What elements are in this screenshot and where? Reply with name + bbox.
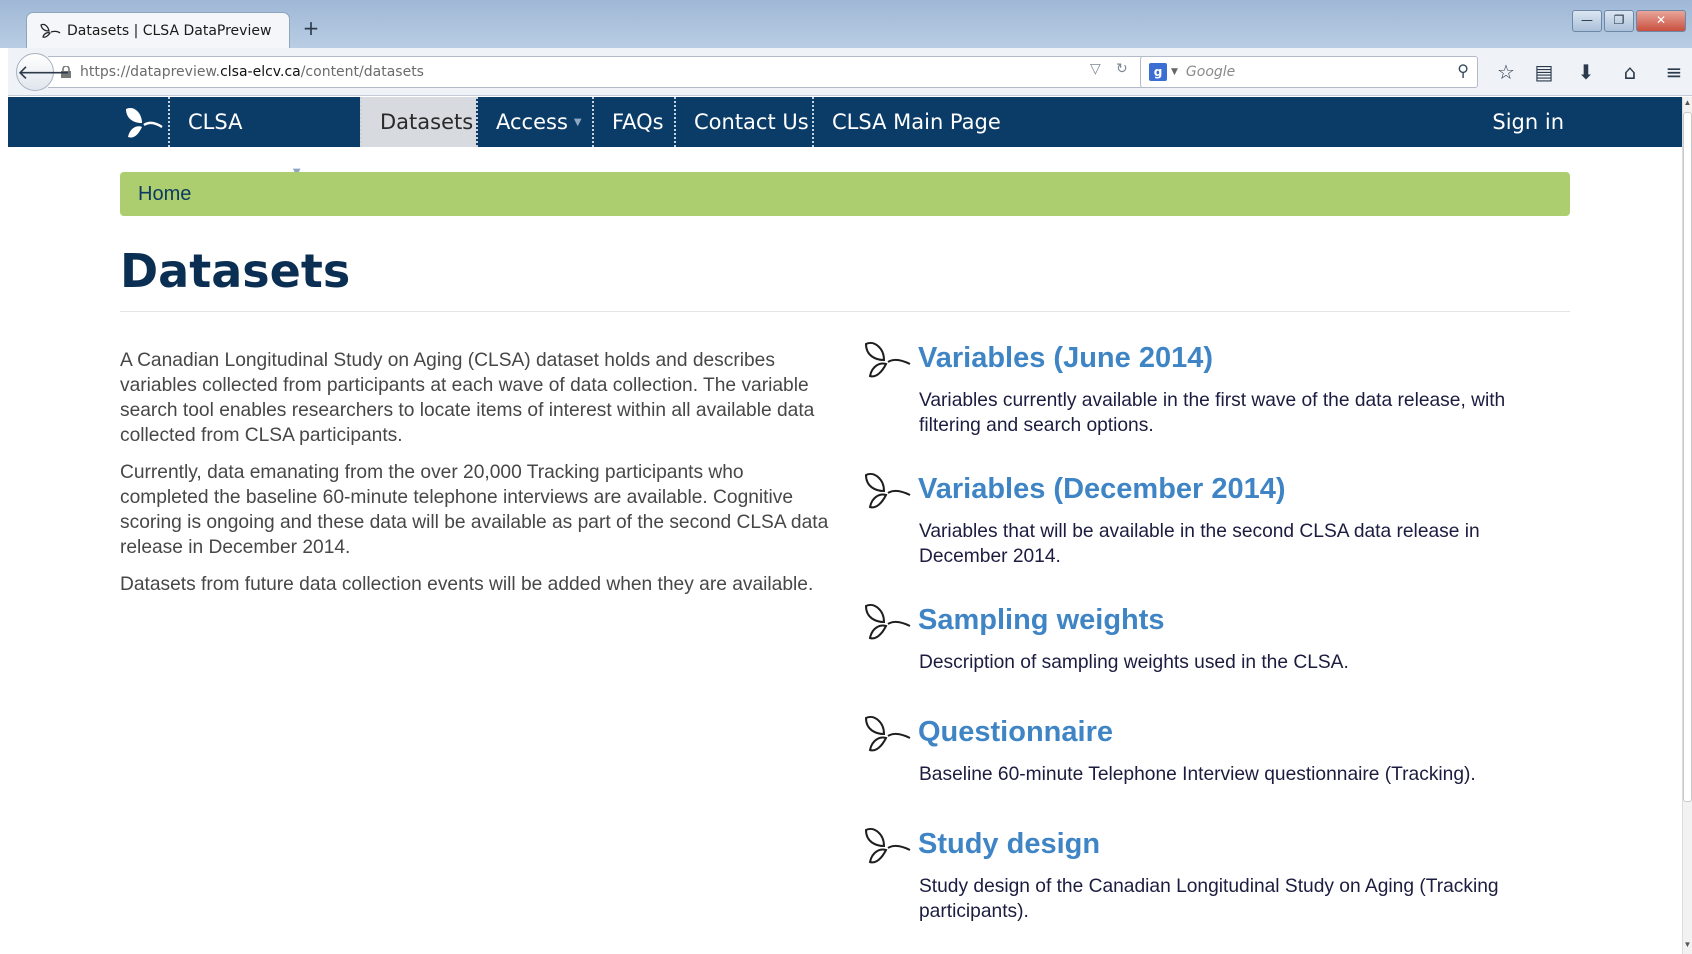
url-prefix: https://datapreview. <box>80 64 221 80</box>
title-divider <box>120 311 1570 312</box>
reload-icon[interactable]: ↻ <box>1116 61 1128 77</box>
breadcrumb: Home <box>120 172 1570 216</box>
search-placeholder: Google <box>1185 64 1236 80</box>
clsa-butterfly-logo-icon[interactable] <box>120 105 164 141</box>
butterfly-bullet-icon <box>864 604 911 640</box>
google-engine-icon[interactable]: g <box>1149 63 1167 81</box>
dataset-description: Variables currently available in the fir… <box>919 390 1506 436</box>
scroll-down-icon[interactable]: ▼ <box>1683 940 1692 952</box>
dataset-description: Description of sampling weights used in … <box>919 652 1349 673</box>
dataset-link-sampling-weights[interactable]: Sampling weights <box>918 600 1582 640</box>
list-item: Study design Study design of the Canadia… <box>862 824 1582 934</box>
bookmark-star-icon[interactable]: ☆ <box>1492 58 1520 86</box>
dataset-link-variables-june-2014[interactable]: Variables (June 2014) <box>918 338 1582 378</box>
breadcrumb-home-link[interactable]: Home <box>138 183 191 205</box>
browser-titlebar: Datasets | CLSA DataPreview + — ❐ ✕ <box>0 0 1692 48</box>
url-dropdown-icon[interactable]: ▽ <box>1090 61 1101 77</box>
butterfly-bullet-icon <box>864 828 911 864</box>
home-icon[interactable]: ⌂ <box>1616 58 1644 86</box>
list-item: Variables (December 2014) Variables that… <box>862 469 1582 600</box>
nav-access-label: Access <box>496 110 568 134</box>
engine-dropdown-icon[interactable]: ▼ <box>1171 67 1178 77</box>
sign-in-link[interactable]: Sign in <box>1492 97 1564 147</box>
bookmarks-list-icon[interactable]: ▤ <box>1530 58 1558 86</box>
butterfly-bullet-icon <box>864 342 911 378</box>
tab-title: Datasets | CLSA DataPreview <box>67 22 272 39</box>
nav-faqs[interactable]: FAQs <box>592 97 674 147</box>
nav-contact-us[interactable]: Contact Us <box>674 97 812 147</box>
back-arrow-icon: 🡐 <box>17 60 71 84</box>
butterfly-bullet-icon <box>864 473 911 509</box>
download-icon[interactable]: ⬇ <box>1572 58 1600 86</box>
dataset-description: Variables that will be available in the … <box>919 521 1480 567</box>
nav-access[interactable]: Access ▼ <box>476 97 592 147</box>
dataset-link-study-design[interactable]: Study design <box>918 824 1582 864</box>
nav-datasets-label: Datasets <box>380 110 474 134</box>
intro-text: A Canadian Longitudinal Study on Aging (… <box>120 348 835 609</box>
address-bar[interactable]: https://datapreview. clsa-elcv.ca/content… <box>48 56 1148 88</box>
list-item: Questionnaire Baseline 60-minute Telepho… <box>862 712 1582 824</box>
scroll-up-icon[interactable]: ▲ <box>1683 98 1692 110</box>
nav-clsa-main-page[interactable]: CLSA Main Page <box>812 97 1012 147</box>
list-item: Variables (June 2014) Variables currentl… <box>862 338 1582 469</box>
minimize-icon[interactable]: — <box>1572 10 1602 32</box>
page-title: Datasets <box>120 244 351 298</box>
search-input[interactable]: g ▼ Google ⚲ <box>1140 56 1478 88</box>
dataset-description: Study design of the Canadian Longitudina… <box>919 876 1499 922</box>
menu-icon[interactable]: ≡ <box>1660 58 1688 86</box>
nav-clsa-overview[interactable]: CLSA Overview▼ <box>168 97 360 184</box>
dataset-link-variables-december-2014[interactable]: Variables (December 2014) <box>918 469 1582 509</box>
url-domain: clsa-elcv.ca <box>220 64 301 80</box>
site-navbar: CLSA Overview▼ Datasets Access ▼ FAQs Con… <box>8 97 1682 184</box>
intro-paragraph: Datasets from future data collection eve… <box>120 574 814 595</box>
intro-paragraph: Currently, data emanating from the over … <box>120 462 829 558</box>
dataset-list: Variables (June 2014) Variables currentl… <box>862 338 1582 934</box>
chevron-down-icon: ▼ <box>573 117 582 128</box>
list-item: Sampling weights Description of sampling… <box>862 600 1582 712</box>
nav-faqs-label: FAQs <box>612 110 664 134</box>
new-tab-icon[interactable]: + <box>300 18 322 40</box>
restore-icon[interactable]: ❐ <box>1604 10 1634 32</box>
close-window-icon[interactable]: ✕ <box>1636 10 1686 32</box>
butterfly-bullet-icon <box>864 716 911 752</box>
intro-paragraph: A Canadian Longitudinal Study on Aging (… <box>120 350 815 446</box>
nav-clsa-main-page-label: CLSA Main Page <box>832 110 1001 134</box>
browser-tab[interactable]: Datasets | CLSA DataPreview <box>26 12 290 48</box>
butterfly-favicon-icon <box>40 23 61 38</box>
nav-contact-us-label: Contact Us <box>694 110 809 134</box>
nav-datasets[interactable]: Datasets <box>360 97 476 147</box>
dataset-description: Baseline 60-minute Telephone Interview q… <box>919 764 1476 785</box>
search-icon[interactable]: ⚲ <box>1457 61 1469 80</box>
url-path: /content/datasets <box>300 64 424 80</box>
browser-toolbar: https://datapreview. clsa-elcv.ca/content… <box>8 48 1692 96</box>
dataset-link-questionnaire[interactable]: Questionnaire <box>918 712 1582 752</box>
back-button[interactable]: 🡐 <box>16 53 71 91</box>
scrollbar-thumb[interactable] <box>1683 112 1692 802</box>
